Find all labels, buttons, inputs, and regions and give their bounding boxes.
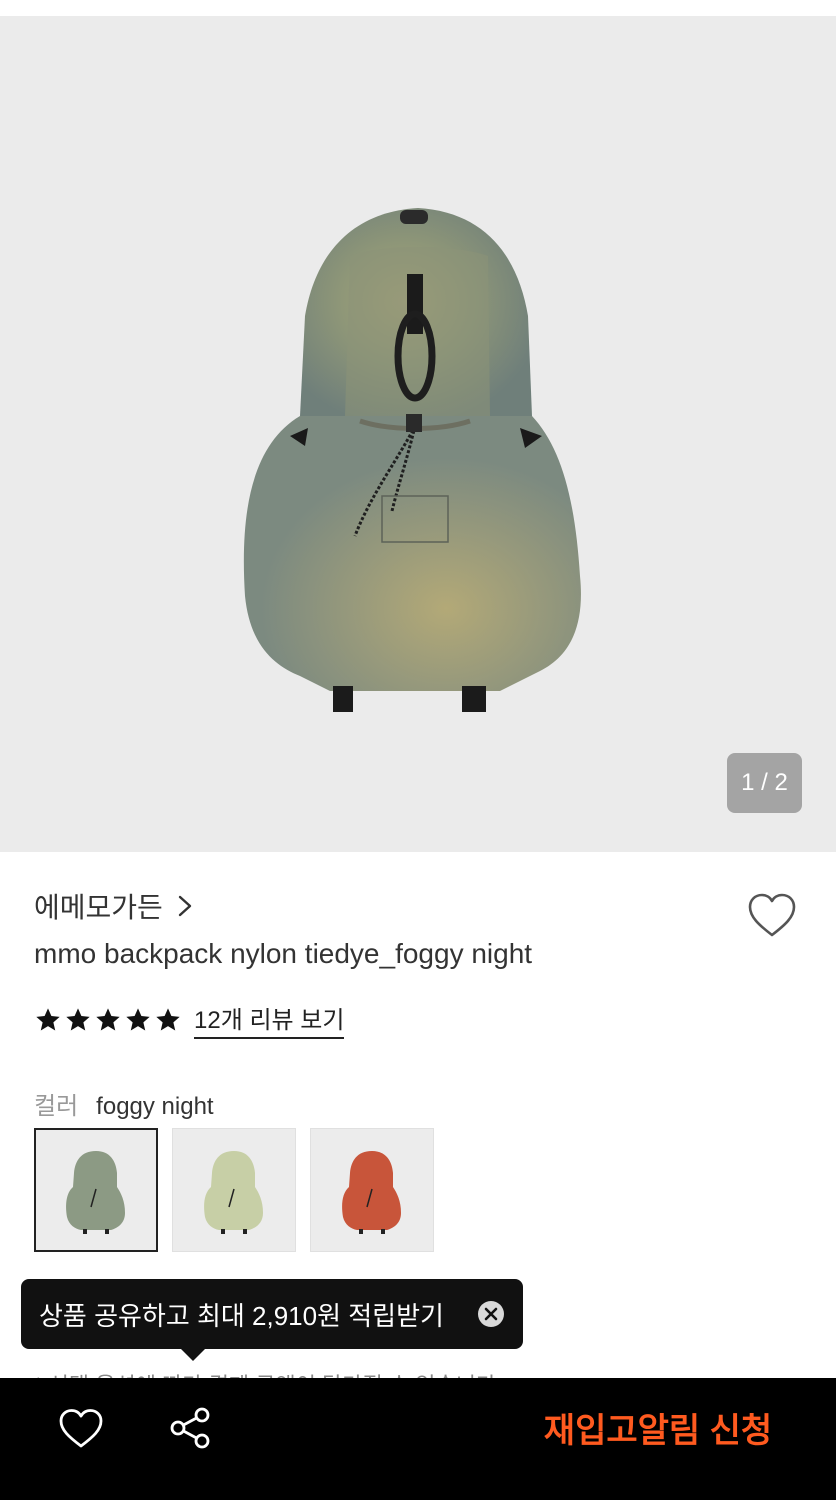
color-option-row: 컬러 foggy night: [34, 1086, 214, 1121]
brand-name: 에메모가든: [34, 892, 163, 923]
swatch-backpack-thumbnail: [204, 1151, 263, 1234]
backpack-image: [243, 208, 581, 712]
color-swatches: [34, 1128, 434, 1252]
star-icon: [156, 1007, 180, 1030]
restock-alert-button[interactable]: 재입고알림 신청: [480, 1378, 836, 1500]
star-icon: [126, 1007, 150, 1030]
star-icon: [66, 1007, 90, 1030]
swatch-option-3[interactable]: [310, 1128, 434, 1252]
product-image-gallery[interactable]: 1 / 2: [0, 16, 836, 852]
swatch-option-2[interactable]: [172, 1128, 296, 1252]
option-label: 컬러: [34, 1093, 79, 1120]
swatch-foggy-night[interactable]: [34, 1128, 158, 1252]
star-icon: [96, 1007, 120, 1030]
image-page-indicator: 1 / 2: [727, 753, 802, 813]
option-selected-value: foggy night: [96, 1093, 214, 1120]
rating-row: 12개 리뷰 보기: [34, 1000, 345, 1039]
star-icon: [36, 1007, 60, 1030]
product-title: mmo backpack nylon tiedye_foggy night: [34, 938, 533, 969]
bottom-action-bar: 재입고알림 신청: [0, 1378, 836, 1500]
toast-text: 상품 공유하고 최대 2,910원 적립받기: [39, 1300, 444, 1331]
swatch-backpack-thumbnail: [66, 1151, 125, 1234]
wishlist-heart-icon[interactable]: [746, 890, 798, 942]
brand-link[interactable]: 에메모가든: [34, 886, 193, 926]
toast-pointer: [181, 1349, 205, 1361]
chevron-right-icon: [178, 895, 192, 917]
swatch-backpack-thumbnail: [342, 1151, 401, 1234]
close-icon[interactable]: [477, 1300, 505, 1328]
heart-icon[interactable]: [58, 1406, 104, 1452]
review-link[interactable]: 12개 리뷰 보기: [194, 1000, 345, 1039]
share-reward-toast: 상품 공유하고 최대 2,910원 적립받기: [21, 1279, 523, 1361]
share-icon[interactable]: [166, 1404, 214, 1452]
rating-stars: [34, 1006, 182, 1034]
